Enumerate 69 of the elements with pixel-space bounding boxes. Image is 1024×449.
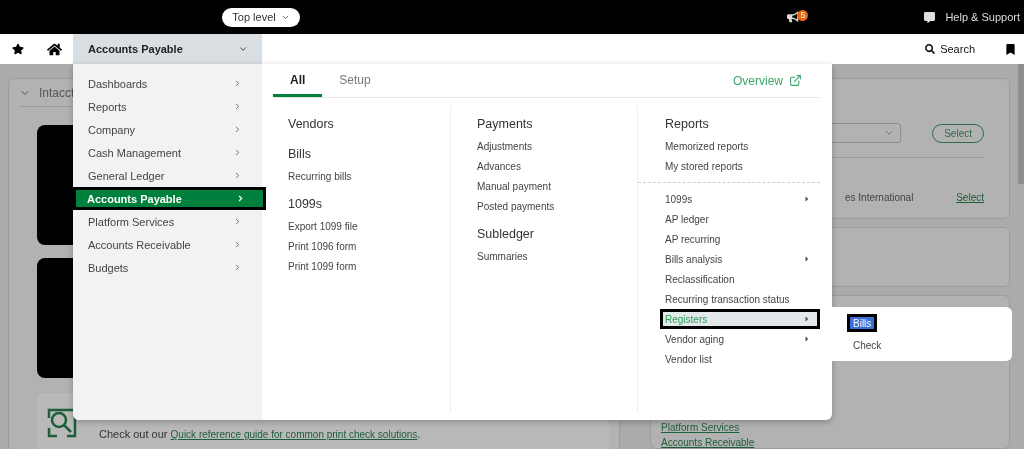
- menu-link[interactable]: Summaries: [477, 246, 637, 266]
- info-search-icon: [45, 406, 79, 440]
- module-menu-item[interactable]: Budgets: [73, 256, 262, 279]
- chevron-right-icon: [236, 194, 245, 203]
- menu-link[interactable]: AP recurring: [638, 229, 820, 249]
- section-heading: Subledger: [477, 226, 535, 243]
- module-menu-item[interactable]: Cash Management: [73, 141, 262, 164]
- menu-link[interactable]: Print 1096 form: [288, 236, 450, 256]
- menu-link[interactable]: Recurring bills: [288, 166, 450, 186]
- section-heading: Vendors: [288, 116, 335, 133]
- notification-badge: 5: [797, 10, 809, 21]
- tab[interactable]: All: [273, 66, 323, 97]
- chevron-right-icon: [233, 79, 242, 88]
- panel-title: Intacct: [39, 85, 75, 100]
- submenu-item[interactable]: Bills: [847, 314, 878, 332]
- menu-link[interactable]: Print 1099 form: [288, 256, 450, 276]
- menu-link[interactable]: Vendor list: [638, 349, 820, 369]
- module-menu-item[interactable]: Platform Services: [73, 210, 262, 233]
- chevron-down-icon: [884, 128, 894, 138]
- chevron-right-icon: [233, 102, 242, 111]
- submenu-item[interactable]: Check: [847, 336, 888, 354]
- megaphone-icon[interactable]: [787, 11, 800, 23]
- menu-link[interactable]: AP ledger: [638, 209, 820, 229]
- scrollbar[interactable]: [1018, 64, 1024, 184]
- search-button[interactable]: Search: [919, 42, 981, 56]
- menu-link[interactable]: Export 1099 file: [288, 216, 450, 236]
- help-link[interactable]: Help & Support: [945, 11, 1020, 23]
- menu-link[interactable]: Recurring transaction status: [638, 289, 820, 309]
- chevron-right-icon: [233, 125, 242, 134]
- module-menu-item[interactable]: Accounts Payable: [73, 187, 266, 210]
- menu-link[interactable]: Memorized reports: [638, 136, 820, 156]
- chat-icon[interactable]: [924, 11, 936, 23]
- module-menu-item[interactable]: Company: [73, 118, 262, 141]
- module-menu-item[interactable]: Dashboards: [73, 72, 262, 95]
- section-heading: 1099s: [288, 196, 324, 213]
- external-link-icon: [789, 74, 802, 87]
- search-icon: [925, 44, 936, 54]
- chevron-right-icon: [233, 148, 242, 157]
- menu-link[interactable]: 1099s: [638, 189, 820, 209]
- module-link[interactable]: Accounts Receivable: [661, 437, 984, 448]
- chevron-right-icon: [233, 240, 242, 249]
- bookmark-icon[interactable]: [1005, 43, 1016, 55]
- module-menu-item[interactable]: General Ledger: [73, 164, 262, 187]
- select-link[interactable]: Select: [956, 192, 984, 203]
- section-heading: Bills: [288, 146, 312, 163]
- menu-link[interactable]: Vendor aging: [638, 329, 820, 349]
- module-dropdown[interactable]: Accounts Payable: [73, 34, 262, 64]
- home-icon[interactable]: [46, 41, 62, 57]
- module-menu-item[interactable]: Accounts Receivable: [73, 233, 262, 256]
- chevron-right-icon: [233, 217, 242, 226]
- menu-link[interactable]: Bills analysis: [638, 249, 820, 269]
- module-link[interactable]: Platform Services: [661, 422, 984, 433]
- menu-link[interactable]: Posted payments: [477, 196, 637, 216]
- menu-link[interactable]: Advances: [477, 156, 637, 176]
- star-icon[interactable]: [12, 43, 24, 55]
- menu-link[interactable]: My stored reports: [638, 156, 820, 176]
- tab[interactable]: Setup: [322, 66, 388, 97]
- module-menu-item[interactable]: Reports: [73, 95, 262, 118]
- menu-link[interactable]: Adjustments: [477, 136, 637, 156]
- chevron-right-icon: [233, 263, 242, 272]
- section-heading: Reports: [664, 116, 710, 133]
- menu-link[interactable]: Reclassification: [638, 269, 820, 289]
- menu-link[interactable]: Manual payment: [477, 176, 637, 196]
- chevron-right-icon: [233, 171, 242, 180]
- entity-name: es International: [845, 192, 914, 203]
- level-picker[interactable]: Top level: [222, 7, 300, 27]
- section-heading: Payments: [477, 116, 534, 133]
- chevron-down-icon: [238, 44, 248, 54]
- info-text: Check out our Quick reference guide for common print check solutions.: [99, 428, 421, 440]
